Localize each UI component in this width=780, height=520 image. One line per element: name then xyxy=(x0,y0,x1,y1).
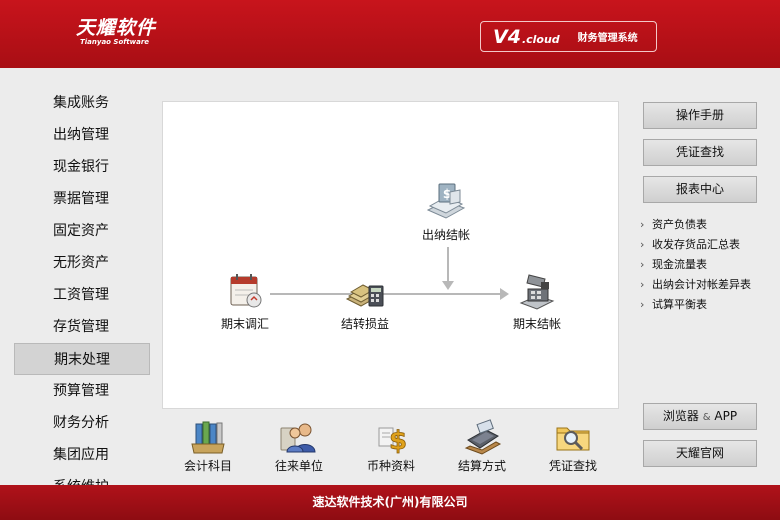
voucher-search-button[interactable]: 凭证查找 xyxy=(643,139,757,166)
flow-node-label: 出纳结帐 xyxy=(421,228,470,242)
sidebar-item-payroll[interactable]: 工资管理 xyxy=(14,279,150,311)
shortcut-label: 往来单位 xyxy=(274,459,323,473)
shortcut-voucher-search[interactable]: 凭证查找 xyxy=(538,418,608,474)
flow-node-period-adjust[interactable]: 期末调汇 xyxy=(205,269,285,332)
flow-node-period-close[interactable]: 期末结帐 xyxy=(497,269,577,332)
ledger-binders-icon xyxy=(186,418,230,456)
sidebar-item-fixed-assets[interactable]: 固定资产 xyxy=(14,215,150,247)
cash-register-icon xyxy=(515,269,559,313)
calendar-icon xyxy=(223,269,267,313)
contacts-people-icon xyxy=(277,418,321,456)
sidebar-item-bills[interactable]: 票据管理 xyxy=(14,183,150,215)
report-link-balance-sheet[interactable]: › 资产负债表 xyxy=(640,215,780,235)
sidebar-item-integrated-accounting[interactable]: 集成账务 xyxy=(14,87,150,119)
flow-node-transfer-pl[interactable]: 结转损益 xyxy=(325,269,405,332)
report-list: › 资产负债表 › 收发存货品汇总表 › 现金流量表 › 出纳会计对帐差异表 › 试算平衡… xyxy=(640,215,780,315)
sidebar-item-period-end[interactable]: 期末处理 xyxy=(14,343,150,375)
sidebar-item-cashier[interactable]: 出纳管理 xyxy=(14,119,150,151)
shortcut-label: 凭证查找 xyxy=(548,459,597,473)
shortcut-partners[interactable]: 往来单位 xyxy=(264,418,334,474)
version-suffix: .cloud xyxy=(521,33,560,46)
chevron-right-icon: › xyxy=(640,218,645,231)
currency-dollar-icon: $ xyxy=(369,418,413,456)
sidebar-item-budget[interactable]: 预算管理 xyxy=(14,375,150,407)
brand-logo: 天耀软件 Tianyao Software xyxy=(76,18,156,47)
sidebar-item-financial-analysis[interactable]: 财务分析 xyxy=(14,407,150,439)
official-site-button[interactable]: 天耀官网 xyxy=(643,440,757,467)
version-number: V4 xyxy=(493,25,521,48)
cash-ledger-icon: $ xyxy=(424,180,468,224)
report-link-trial-balance[interactable]: › 试算平衡表 xyxy=(640,295,780,315)
flow-connector-vertical xyxy=(447,247,449,283)
sidebar-item-system-maintenance[interactable]: 系统维护 xyxy=(14,471,150,485)
shortcut-account-subjects[interactable]: 会计科目 xyxy=(173,418,243,474)
shortcut-bar: 会计科目 往来单位 $ 币种资料 结算方式 凭证查找 xyxy=(162,418,619,478)
shortcut-currency[interactable]: $ 币种资料 xyxy=(356,418,426,474)
chevron-right-icon: › xyxy=(640,238,645,251)
browser-label: 浏览器 xyxy=(662,409,699,423)
sidebar-item-group[interactable]: 集团应用 xyxy=(14,439,150,471)
flow-node-label: 期末调汇 xyxy=(220,317,269,331)
payment-terminal-icon xyxy=(460,418,504,456)
flow-arrow-down xyxy=(442,281,454,290)
flow-node-label: 结转损益 xyxy=(340,317,389,331)
browser-app-button[interactable]: 浏览器 & APP xyxy=(643,403,757,430)
sidebar-nav: 集成账务 出纳管理 现金银行 票据管理 固定资产 无形资产 工资管理 存货管理 … xyxy=(14,87,150,485)
sidebar-item-cash-bank[interactable]: 现金银行 xyxy=(14,151,150,183)
report-link-reconciliation[interactable]: › 出纳会计对帐差异表 xyxy=(640,275,780,295)
ampersand: & xyxy=(702,412,711,423)
svg-text:$: $ xyxy=(389,426,407,456)
chevron-right-icon: › xyxy=(640,298,645,311)
sidebar-item-intangible-assets[interactable]: 无形资产 xyxy=(14,247,150,279)
period-end-flow-panel: $ 出纳结帐 期末调汇 结转损益 期末结帐 xyxy=(162,101,619,409)
shortcut-label: 币种资料 xyxy=(366,459,415,473)
chevron-right-icon: › xyxy=(640,258,645,271)
app-label: APP xyxy=(714,409,738,423)
logo-title: 天耀软件 xyxy=(76,17,157,39)
sidebar-item-inventory[interactable]: 存货管理 xyxy=(14,311,150,343)
report-link-inventory-summary[interactable]: › 收发存货品汇总表 xyxy=(640,235,780,255)
report-center-button[interactable]: 报表中心 xyxy=(643,176,757,203)
footer-company: 速达软件技术(广州)有限公司 xyxy=(0,485,780,520)
report-link-cash-flow[interactable]: › 现金流量表 xyxy=(640,255,780,275)
shortcut-label: 结算方式 xyxy=(457,459,506,473)
version-badge: V4 .cloud 财务管理系统 xyxy=(480,21,657,52)
money-calculator-icon xyxy=(343,269,387,313)
flow-node-label: 期末结帐 xyxy=(512,317,561,331)
product-name: 财务管理系统 xyxy=(577,33,638,44)
shortcut-label: 会计科目 xyxy=(183,459,232,473)
flow-node-cashier-close[interactable]: $ 出纳结帐 xyxy=(406,180,486,243)
logo-subtitle: Tianyao Software xyxy=(80,38,150,46)
shortcut-settlement[interactable]: 结算方式 xyxy=(447,418,517,474)
folder-search-icon xyxy=(551,418,595,456)
chevron-right-icon: › xyxy=(640,278,645,291)
manual-button[interactable]: 操作手册 xyxy=(643,102,757,129)
app-header: 天耀软件 Tianyao Software V4 .cloud 财务管理系统 xyxy=(0,0,780,68)
